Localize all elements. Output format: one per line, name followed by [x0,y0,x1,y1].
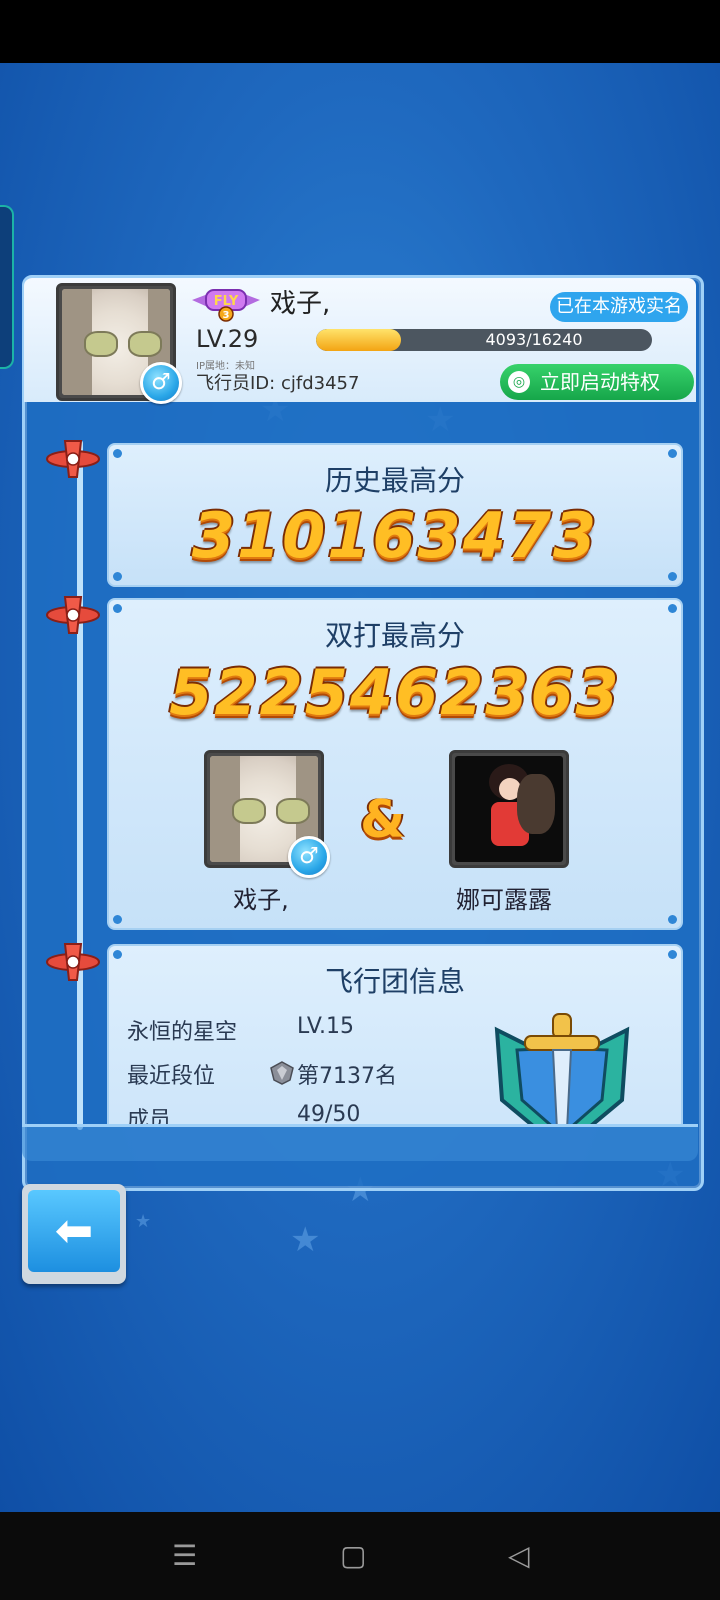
side-tab[interactable] [0,205,14,369]
fly-rank-badge: FLY 3 [192,289,260,322]
exp-text: 4093/16240 [485,330,583,349]
partner-avatar-2[interactable] [449,750,569,868]
duo-best-title: 双打最高分 [324,619,465,652]
plane-icon [46,440,100,478]
arrow-left-icon: ⬅ [28,1190,120,1272]
back-button[interactable]: ⬅ [22,1184,126,1284]
history-best-title: 历史最高分 [324,464,465,497]
player-name: 戏子, [270,289,331,319]
guild-level: LV.15 [297,1014,355,1039]
rank-icon [270,1061,294,1085]
partner-name-2: 娜可露露 [456,886,552,914]
plane-icon [46,596,100,634]
plane-icon [46,943,100,981]
star-decoration: ★ [290,1220,321,1260]
male-icon: ♂ [288,836,330,878]
fly-badge-number: 3 [223,310,230,321]
history-best-card: 历史最高分 310163473 [107,443,683,587]
guild-members-label: 成员 [127,1108,172,1124]
back-nav-icon[interactable]: ◁ [508,1542,530,1570]
male-icon: ♂ [140,362,182,404]
guild-rank-value: 第7137名 [297,1064,397,1089]
guild-card-clip: 飞行团信息 永恒的星空 LV.15 最近段位 第7137名 成员 49/50 [107,944,683,1124]
target-icon: ◎ [508,371,530,393]
realname-badge[interactable]: 已在本游戏实名 [550,292,688,322]
guild-name: 永恒的星空 [127,1020,238,1045]
partner-name-1: 戏子, [233,886,289,914]
timeline-line [77,440,83,1130]
home-icon[interactable]: ▢ [340,1542,366,1570]
guild-info-title: 飞行团信息 [324,965,465,998]
activate-privilege-button[interactable]: ◎ 立即启动特权 [500,364,694,400]
pilot-id: 飞行员ID: cjfd3457 [196,373,360,394]
guild-members-value: 49/50 [297,1102,361,1124]
status-bar [0,0,720,63]
panel-bottom-edge [22,1124,698,1161]
partner-avatar-image [455,756,563,862]
guild-rank-label: 最近段位 [127,1064,216,1089]
privilege-button-label: 立即启动特权 [540,370,660,394]
duo-best-score: 5225462363 [169,656,621,729]
star-decoration: ★ [135,1211,152,1232]
guild-emblem-icon [494,1013,630,1124]
menu-icon[interactable]: ☰ [172,1542,197,1570]
history-best-score: 310163473 [191,499,599,572]
system-nav-bar: ☰ ▢ ◁ [0,1512,720,1600]
ampersand-symbol: & [360,790,406,850]
exp-progress-bar: 4093/16240 [316,329,652,351]
player-level: LV.29 [196,325,259,353]
